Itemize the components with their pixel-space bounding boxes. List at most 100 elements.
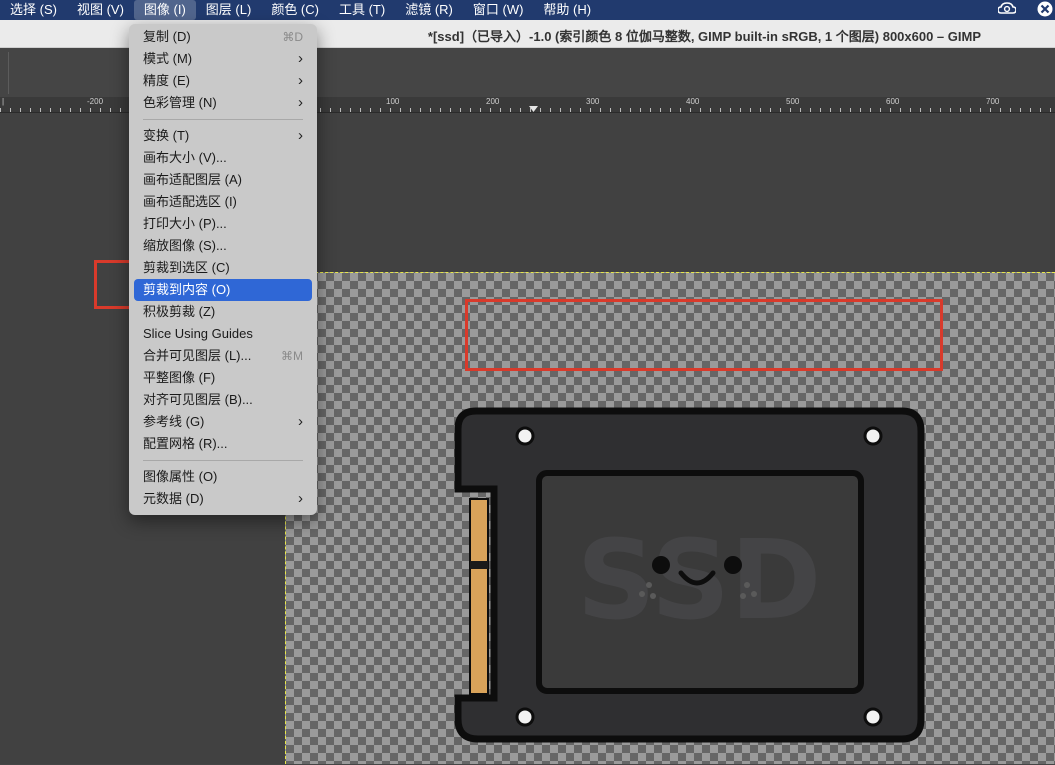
menu-select[interactable]: 选择 (S) [0,0,67,20]
ruler-tick [360,108,361,112]
ruler-tick [90,108,91,112]
ruler-tick [840,108,841,112]
ruler-tick [880,108,881,112]
ruler-tick [320,108,321,112]
ruler-tick [120,108,121,112]
image-menu-item[interactable]: 画布大小 (V)... [129,147,317,169]
image-menu-item[interactable]: 配置网格 (R)... [129,433,317,455]
ruler-tick [990,108,991,112]
ruler-tick [770,108,771,112]
ruler-tick [780,108,781,112]
ruler-tick [640,108,641,112]
image-menu-item[interactable]: 图像属性 (O) [129,466,317,488]
image-menu-item[interactable]: 变换 (T) › [129,125,317,147]
ruler-tick [980,108,981,112]
ruler-tick [100,108,101,112]
image-menu-item[interactable]: 画布适配图层 (A) [129,169,317,191]
ruler-tick [340,108,341,112]
ruler-tick [490,108,491,112]
ruler-tick [750,108,751,112]
ruler-label: -200 [87,97,104,106]
ruler-tick [870,108,871,112]
ruler-pointer-icon [529,106,538,112]
ruler-tick [50,108,51,112]
ruler-tick [470,108,471,112]
menu-help[interactable]: 帮助 (H) [533,0,601,20]
ruler-tick [440,108,441,112]
menu-item-label: 元数据 (D) [143,491,204,506]
ruler-label: 700 [986,97,1000,106]
menu-filters[interactable]: 滤镜 (R) [395,0,463,20]
ruler-tick [420,108,421,112]
ruler-tick [480,108,481,112]
ruler-tick [830,108,831,112]
image-menu-item[interactable]: 对齐可见图层 (B)... [129,389,317,411]
chevron-right-icon: › [298,50,303,67]
ruler-tick [400,108,401,112]
menu-colors[interactable]: 颜色 (C) [261,0,329,20]
image-menu-item[interactable]: 合并可见图层 (L)... ⌘M [129,345,317,367]
ruler-tick [60,108,61,112]
image-menu-item[interactable]: 积极剪裁 (Z) [129,301,317,323]
menu-tools[interactable]: 工具 (T) [329,0,395,20]
image-menu-item[interactable]: 缩放图像 (S)... [129,235,317,257]
menu-item-label: 积极剪裁 (Z) [143,304,216,319]
image-menu-item[interactable]: 复制 (D) ⌘D [129,26,317,48]
ruler-tick [110,108,111,112]
ruler-tick [890,108,891,112]
ruler-tick [930,108,931,112]
image-menu-item[interactable]: 色彩管理 (N) › [129,92,317,114]
menu-item-label: 画布适配选区 (I) [143,194,237,209]
menu-item-label: 剪裁到内容 (O) [143,282,231,297]
menu-item-label: 变换 (T) [143,128,190,143]
ruler-tick [540,108,541,112]
ruler-tick [510,108,511,112]
app-status-icon[interactable] [1035,1,1055,20]
image-menu-item[interactable]: 模式 (M) › [129,48,317,70]
ruler-tick [790,108,791,112]
image-menu-item[interactable]: 参考线 (G) › [129,411,317,433]
ruler-tick [920,108,921,112]
menu-item-label: 画布适配图层 (A) [143,172,242,187]
menu-item-label: Slice Using Guides [143,326,253,341]
ruler-label: 300 [586,97,600,106]
ruler-tick [860,108,861,112]
ruler-tick [20,108,21,112]
ruler-tick [970,108,971,112]
ruler-tick [370,108,371,112]
image-menu-item[interactable]: 平整图像 (F) [129,367,317,389]
chevron-right-icon: › [298,72,303,89]
ruler-tick [710,108,711,112]
menu-item-label: 精度 (E) [143,73,190,88]
image-menu-dropdown: 复制 (D) ⌘D 模式 (M) › 精度 (E) › 色彩管理 (N) › 变换 (T) › 画布… [129,24,317,515]
ruler-tick [1020,108,1021,112]
ruler-tick [40,108,41,112]
ruler-label: 500 [786,97,800,106]
ruler-tick [680,108,681,112]
ruler-tick [30,108,31,112]
image-menu-item[interactable]: 打印大小 (P)... [129,213,317,235]
image-menu-item[interactable]: 元数据 (D) › [129,488,317,510]
ruler-tick [570,108,571,112]
menu-item-label: 色彩管理 (N) [143,95,217,110]
image-menu-item[interactable]: Slice Using Guides [129,323,317,345]
image-menu-item[interactable]: 画布适配选区 (I) [129,191,317,213]
ruler-tick [560,108,561,112]
ruler-tick [660,108,661,112]
image-menu-item[interactable]: 剪裁到选区 (C) [129,257,317,279]
menu-item-label: 剪裁到选区 (C) [143,260,230,275]
chevron-right-icon: › [298,127,303,144]
menu-windows[interactable]: 窗口 (W) [463,0,534,20]
ruler-tick [690,108,691,112]
annotation-box-canvas-area [465,299,943,371]
menu-image[interactable]: 图像 (I) [133,0,196,20]
ruler-tick [610,108,611,112]
image-menu-item[interactable]: 精度 (E) › [129,70,317,92]
ruler-tick [670,108,671,112]
ruler-tick [1010,108,1011,112]
creative-cloud-icon[interactable] [997,1,1017,19]
menu-layer[interactable]: 图层 (L) [196,0,262,20]
ruler-tick [410,108,411,112]
image-menu-item[interactable]: 剪裁到内容 (O) [134,279,312,301]
menu-view[interactable]: 视图 (V) [67,0,134,20]
